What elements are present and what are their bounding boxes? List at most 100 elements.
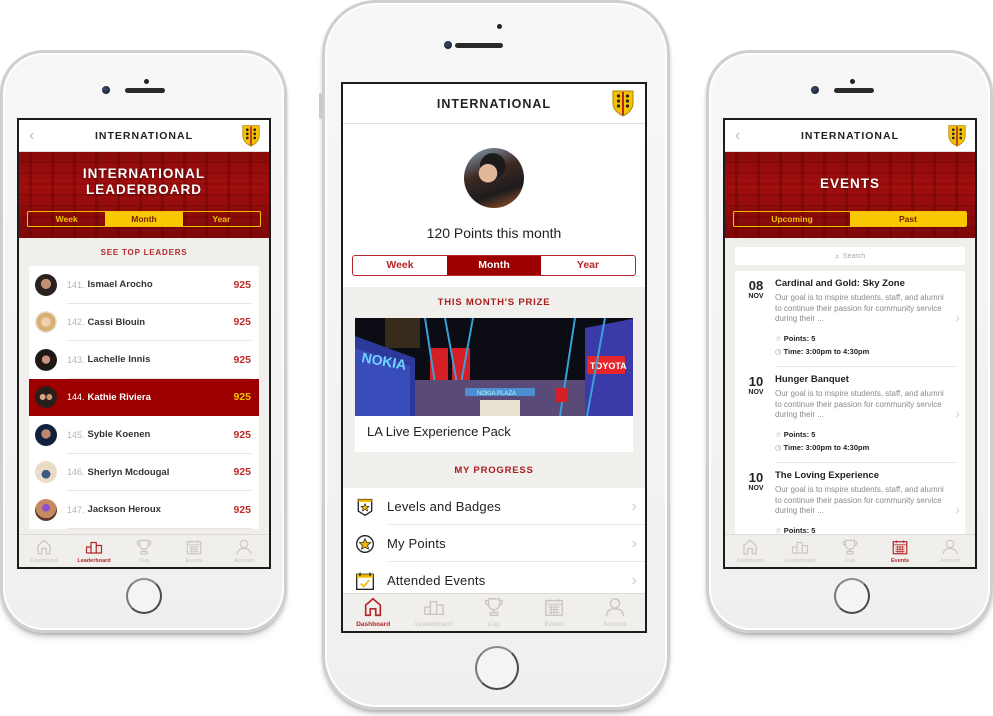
app-showcase: ‹ INTERNATIONAL INTERNATIONAL LEADERBOAR… [0, 0, 993, 716]
rank: 146. [67, 467, 85, 478]
user-name: Sherlyn Mcdougal [87, 466, 170, 478]
tab-events[interactable]: Events [169, 535, 219, 567]
period-week[interactable]: Week [28, 212, 105, 226]
clock-icon: ◷ [775, 443, 782, 452]
leaderboard-row[interactable]: 145. Syble Koenen 925 [29, 416, 259, 454]
nav-bar: ‹ INTERNATIONAL [725, 120, 975, 152]
see-top-leaders-link[interactable]: SEE TOP LEADERS [19, 248, 269, 257]
home-button[interactable] [475, 646, 519, 690]
tab-dashboard[interactable]: Dashboard [725, 535, 775, 567]
tab-label: Account [940, 558, 960, 564]
event-day: 10 [748, 470, 764, 485]
leaderboard-row-current-user[interactable]: 144. Kathie Riviera 925 [29, 378, 259, 416]
event-item[interactable]: 08 NOV Cardinal and Gold: Sky Zone Our g… [735, 271, 965, 367]
tab-bar: Dashboard Leaderboard Cup Events Account [343, 593, 645, 631]
tab-cup[interactable]: Cup [825, 535, 875, 567]
search-icon: ⌕ [834, 250, 840, 261]
tab-label: Events [185, 558, 203, 564]
period-month[interactable]: Month [105, 212, 183, 226]
prize-card[interactable]: NOKIA NOKIA PLAZA TOYOTA LA Live Experie… [355, 318, 633, 452]
points: 925 [233, 278, 251, 291]
event-month: NOV [748, 389, 764, 396]
tab-label: Account [603, 621, 627, 628]
event-description: Our goal is to inspire students, staff, … [775, 389, 944, 419]
tab-events[interactable]: Events [524, 594, 584, 631]
period-month[interactable]: Month [447, 256, 541, 275]
prize-title: LA Live Experience Pack [367, 424, 511, 439]
trophy-icon [842, 539, 858, 555]
event-title: Hunger Banquet [775, 374, 849, 385]
event-time: ◷Time: 3:00pm to 4:30pm [775, 347, 869, 356]
tab-account[interactable]: Account [219, 535, 269, 567]
event-day: 08 [748, 278, 764, 293]
leaderboard-row[interactable]: 141. Ismael Arocho 925 [29, 266, 259, 304]
tab-leaderboard[interactable]: Leaderboard [403, 594, 463, 631]
tab-leaderboard[interactable]: Leaderboard [69, 535, 119, 567]
filter-upcoming[interactable]: Upcoming [734, 212, 850, 226]
progress-item-levels-badges[interactable]: Levels and Badges › [343, 488, 645, 525]
points: 925 [233, 391, 251, 404]
points: 925 [233, 428, 251, 441]
back-chevron-icon[interactable]: ‹ [735, 127, 740, 145]
events-screen: ‹ INTERNATIONAL EVENTS Upcoming Past ⌕ S… [723, 118, 977, 569]
leaderboard-row[interactable]: 147. Jackson Heroux 925 [29, 491, 259, 529]
event-description: Our goal is to inspire students, staff, … [775, 485, 944, 515]
earpiece [125, 88, 165, 93]
trophy-icon [136, 539, 152, 555]
profile-summary: 120 Points this month Week Month Year [343, 124, 645, 287]
profile-avatar[interactable] [464, 148, 524, 208]
user-name: Syble Koenen [87, 429, 151, 441]
leaderboard-icon [791, 541, 809, 554]
leaderboard-screen: ‹ INTERNATIONAL INTERNATIONAL LEADERBOAR… [17, 118, 271, 569]
avatar [35, 461, 57, 484]
event-month: NOV [748, 293, 764, 300]
home-button[interactable] [834, 578, 870, 614]
user-name: Ismael Arocho [87, 279, 153, 291]
event-month: NOV [748, 485, 764, 492]
leaderboard-row[interactable]: 146. Sherlyn Mcdougal 925 [29, 454, 259, 492]
period-segmented-control: Week Month Year [27, 211, 261, 227]
star-outline-icon: ☆ [775, 430, 782, 439]
crest-logo-icon [948, 125, 966, 147]
tab-label: Leaderboard [77, 558, 111, 564]
period-year[interactable]: Year [183, 212, 260, 226]
period-week[interactable]: Week [353, 256, 447, 275]
calendar-icon [186, 540, 202, 555]
event-item[interactable]: 10 NOV Hunger Banquet Our goal is to ins… [735, 367, 965, 463]
tab-account[interactable]: Account [585, 594, 645, 631]
rank: 144. [67, 392, 85, 403]
tab-label: Account [234, 558, 254, 564]
user-name: Jackson Heroux [87, 504, 161, 516]
tab-leaderboard[interactable]: Leaderboard [775, 535, 825, 567]
home-button[interactable] [126, 578, 162, 614]
tab-cup[interactable]: Cup [119, 535, 169, 567]
progress-item-my-points[interactable]: My Points › [343, 525, 645, 562]
calendar-check-icon [356, 572, 374, 590]
prize-image: NOKIA NOKIA PLAZA TOYOTA [355, 318, 633, 416]
tab-events[interactable]: Events [875, 535, 925, 567]
period-year[interactable]: Year [541, 256, 635, 275]
search-input[interactable]: ⌕ Search [735, 247, 965, 265]
leaderboard-row[interactable]: 142. Cassi Blouin 925 [29, 304, 259, 342]
back-chevron-icon[interactable]: ‹ [29, 127, 34, 145]
tab-account[interactable]: Account [925, 535, 975, 567]
event-title: The Loving Experience [775, 470, 879, 481]
tab-cup[interactable]: Cup [464, 594, 524, 631]
tab-dashboard[interactable]: Dashboard [343, 594, 403, 631]
leaderboard-row[interactable]: 143. Lachelle Innis 925 [29, 341, 259, 379]
event-points-text: Points: 5 [783, 430, 816, 439]
points: 925 [233, 466, 251, 479]
points: 925 [233, 316, 251, 329]
event-points: ☆ Points: 5 [775, 430, 815, 439]
calendar-icon [545, 598, 564, 616]
points: 925 [233, 353, 251, 366]
phone-events: ‹ INTERNATIONAL EVENTS Upcoming Past ⌕ S… [706, 50, 993, 633]
filter-past[interactable]: Past [850, 212, 966, 226]
progress-item-label: Attended Events [387, 573, 486, 588]
clock-icon: ◷ [775, 347, 782, 356]
crest-logo-icon [612, 90, 634, 117]
events-filter-control: Upcoming Past [733, 211, 967, 227]
tab-dashboard[interactable]: Dashboard [19, 535, 69, 567]
event-time-text: Time: 3:00pm to 4:30pm [783, 443, 870, 452]
front-camera [811, 86, 819, 94]
